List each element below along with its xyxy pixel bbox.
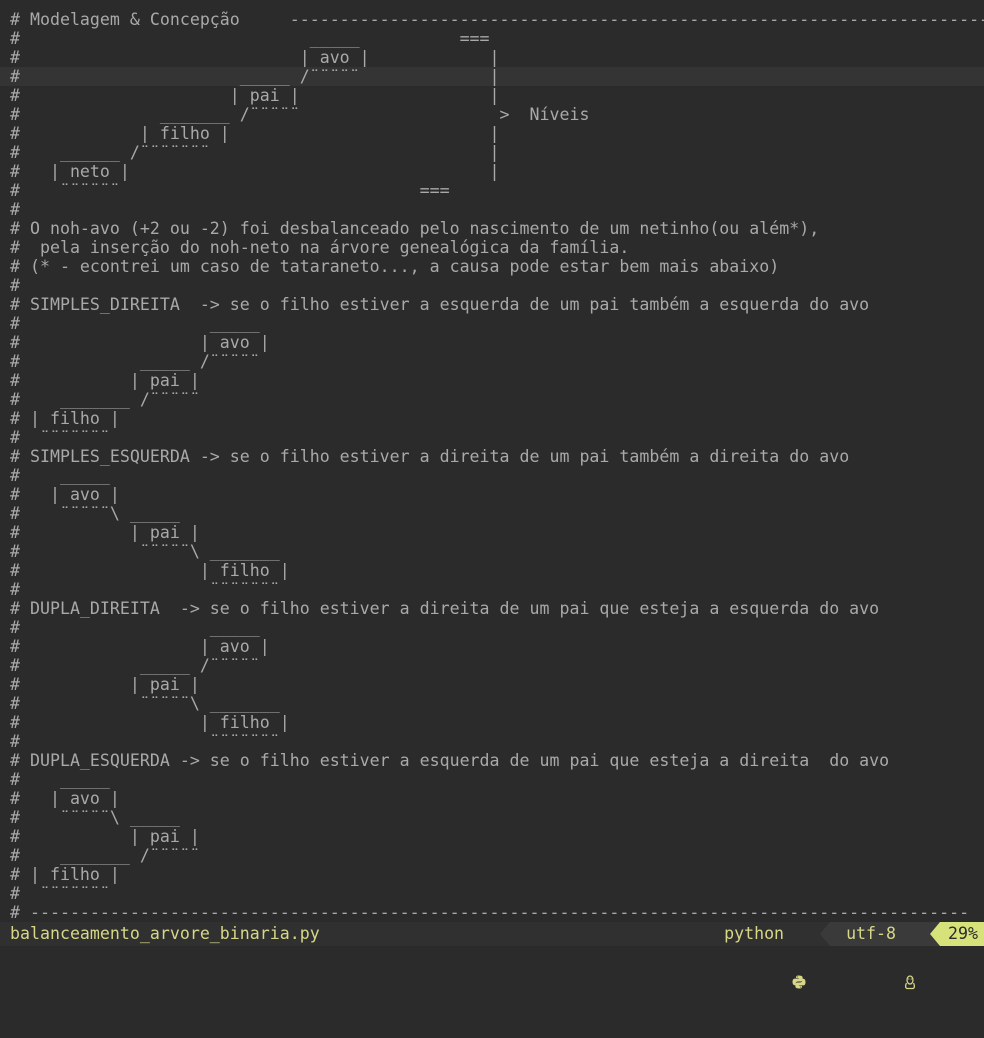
code-line[interactable]: # | avo | xyxy=(10,789,984,808)
code-line[interactable]: # | pai | xyxy=(10,371,984,390)
code-line[interactable]: # O noh-avo (+2 ou -2) foi desbalanceado… xyxy=(10,219,984,238)
code-line[interactable]: # ¨¨¨¨¨\ _______ xyxy=(10,542,984,561)
status-right: python utf-8 29% xyxy=(724,922,984,989)
status-bar: balanceamento_arvore_binaria.py python u… xyxy=(0,922,984,989)
code-line[interactable]: # | avo | | xyxy=(10,48,984,67)
code-line[interactable]: # (* - econtrei um caso de tataraneto...… xyxy=(10,257,984,276)
code-line[interactable]: # _____ xyxy=(10,618,984,637)
python-icon xyxy=(792,927,806,989)
code-line[interactable]: # | filho | xyxy=(10,561,984,580)
code-line[interactable]: # ¨¨¨¨¨\ _____ xyxy=(10,504,984,523)
code-line[interactable]: # ¨¨¨¨¨\ _______ xyxy=(10,694,984,713)
segment-separator xyxy=(820,922,831,946)
code-line[interactable]: # ______ /¨¨¨¨¨¨¨ | xyxy=(10,143,984,162)
scroll-percent: 29% xyxy=(948,924,978,943)
code-line[interactable]: # _____ /¨¨¨¨¨ | xyxy=(0,67,984,86)
scroll-percent-segment: 29% xyxy=(940,922,984,946)
code-line[interactable]: # --------------------------------------… xyxy=(10,903,984,922)
code-line[interactable]: # _____ xyxy=(10,770,984,789)
code-line[interactable]: # ¨¨¨¨¨\ _____ xyxy=(10,808,984,827)
code-line[interactable]: # _____ === xyxy=(10,29,984,48)
code-line[interactable]: # | pai | xyxy=(10,827,984,846)
code-line[interactable]: # _____ xyxy=(10,314,984,333)
editor-pane[interactable]: # Modelagem & Concepção ----------------… xyxy=(0,0,984,922)
code-line[interactable]: # | avo | xyxy=(10,637,984,656)
code-line[interactable]: # SIMPLES_DIREITA -> se o filho estiver … xyxy=(10,295,984,314)
encoding-label: utf-8 xyxy=(846,924,897,943)
code-line[interactable]: # | avo | xyxy=(10,333,984,352)
code-line[interactable]: # ¨¨¨¨¨¨ === xyxy=(10,181,984,200)
code-line[interactable]: # | filho | xyxy=(10,409,984,428)
code-line[interactable]: # _______ /¨¨¨¨¨ xyxy=(10,390,984,409)
filename-label: balanceamento_arvore_binaria.py xyxy=(10,924,320,943)
code-line[interactable]: # _____ /¨¨¨¨¨ xyxy=(10,656,984,675)
code-line[interactable]: # _______ /¨¨¨¨¨ > Níveis xyxy=(10,105,984,124)
code-line[interactable]: # ¨¨¨¨¨¨¨ xyxy=(10,732,984,751)
code-line[interactable]: # SIMPLES_ESQUERDA -> se o filho estiver… xyxy=(10,447,984,466)
code-line[interactable]: # | neto | | xyxy=(10,162,984,181)
code-line[interactable]: # DUPLA_ESQUERDA -> se o filho estiver a… xyxy=(10,751,984,770)
code-line[interactable]: # _____ /¨¨¨¨¨ xyxy=(10,352,984,371)
code-line[interactable]: # DUPLA_DIREITA -> se o filho estiver a … xyxy=(10,599,984,618)
code-line[interactable]: # _______ /¨¨¨¨¨ xyxy=(10,846,984,865)
filetype-segment: python xyxy=(724,922,820,989)
code-line[interactable]: # ¨¨¨¨¨¨¨ xyxy=(10,884,984,903)
code-area[interactable]: # Modelagem & Concepção ----------------… xyxy=(0,10,984,922)
code-line[interactable]: # ¨¨¨¨¨¨¨ xyxy=(10,428,984,447)
code-line[interactable]: # | avo | xyxy=(10,485,984,504)
encoding-segment: utf-8 xyxy=(830,922,931,989)
filetype-label: python xyxy=(724,924,785,943)
linux-tux-icon xyxy=(904,927,916,989)
code-line[interactable]: # pela inserção do noh-neto na árvore ge… xyxy=(10,238,984,257)
code-line[interactable]: # xyxy=(10,200,984,219)
segment-separator xyxy=(930,922,941,946)
code-line[interactable]: # xyxy=(10,276,984,295)
code-line[interactable]: # Modelagem & Concepção ----------------… xyxy=(10,10,984,29)
code-line[interactable]: # | pai | xyxy=(10,675,984,694)
code-line[interactable]: # _____ xyxy=(10,466,984,485)
code-line[interactable]: # | pai | xyxy=(10,523,984,542)
code-line[interactable]: # | pai | | xyxy=(10,86,984,105)
code-line[interactable]: # | filho | xyxy=(10,713,984,732)
code-line[interactable]: # | filho | | xyxy=(10,124,984,143)
code-line[interactable]: # ¨¨¨¨¨¨¨ xyxy=(10,580,984,599)
code-line[interactable]: # | filho | xyxy=(10,865,984,884)
